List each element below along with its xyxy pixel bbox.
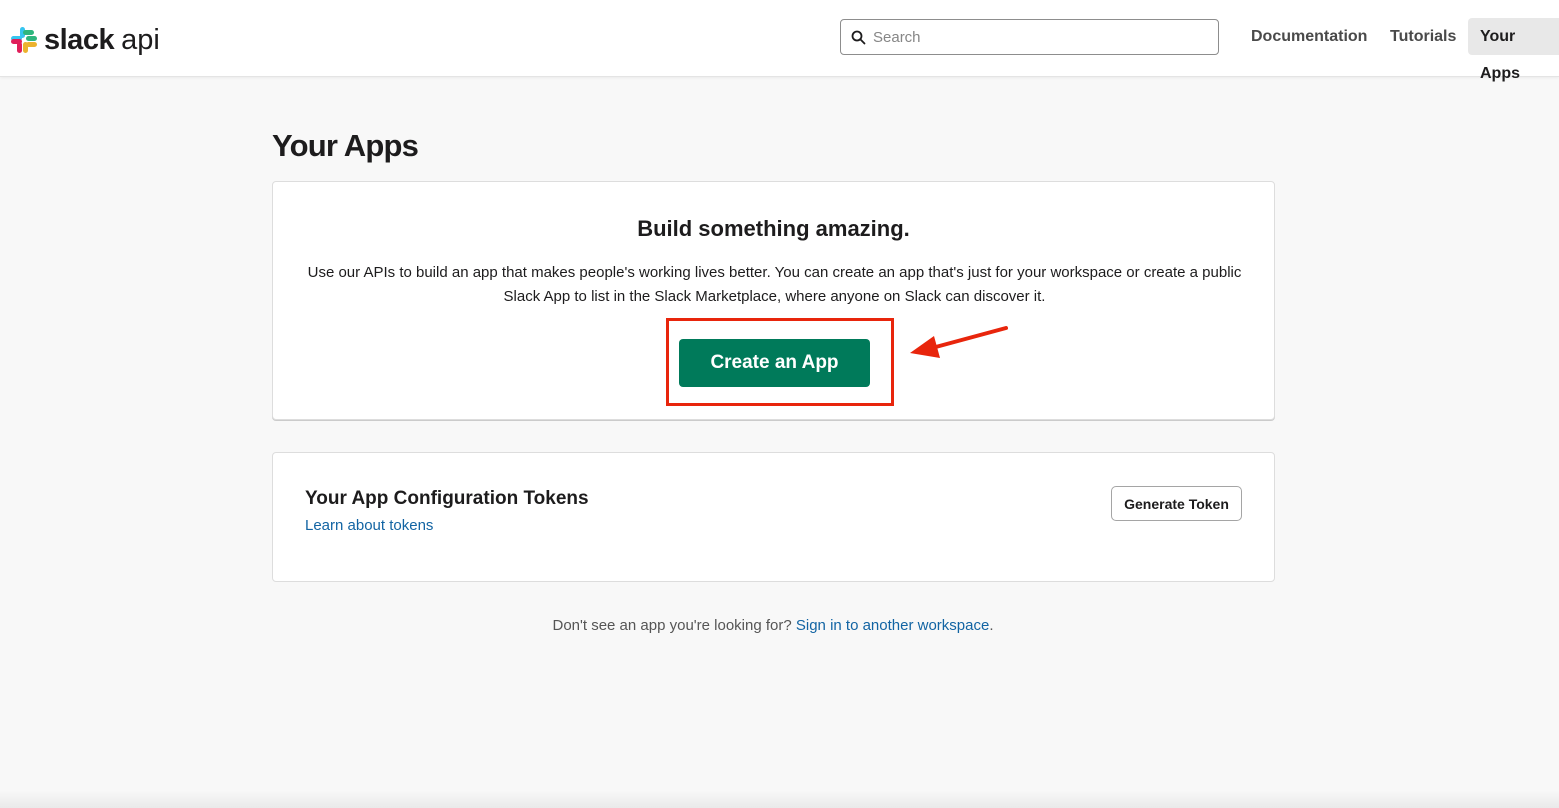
- nav-your-apps[interactable]: Your Apps: [1468, 18, 1559, 82]
- footer-suffix: .: [989, 617, 994, 634]
- logo-suffix: api: [121, 23, 160, 56]
- search-input[interactable]: [873, 28, 1203, 46]
- footer-note: Don't see an app you're looking for? Sig…: [0, 617, 1546, 634]
- build-card-title: Build something amazing.: [637, 216, 910, 241]
- build-app-card: Build something amazing. Use our APIs to…: [272, 181, 1275, 420]
- logo-wordmark: slack: [44, 23, 115, 56]
- build-card-description: Use our APIs to build an app that makes …: [307, 264, 1242, 305]
- slack-api-logo[interactable]: slack api: [10, 24, 160, 56]
- learn-about-tokens-link[interactable]: Learn about tokens: [305, 517, 433, 534]
- page-title: Your Apps: [272, 128, 419, 163]
- search-box[interactable]: [840, 19, 1219, 55]
- create-app-button[interactable]: Create an App: [679, 339, 870, 387]
- top-header: slack api Documentation Tutorials Your A…: [0, 0, 1559, 82]
- slack-hash-logo-icon: [11, 27, 37, 53]
- generate-token-button[interactable]: Generate Token: [1111, 486, 1242, 521]
- sign-in-another-workspace-link[interactable]: Sign in to another workspace: [796, 617, 989, 634]
- arrow-left-annotation-icon: [910, 326, 1008, 358]
- footer-prefix: Don't see an app you're looking for?: [552, 617, 796, 634]
- nav-documentation[interactable]: Documentation: [1251, 18, 1367, 55]
- config-tokens-card: Your App Configuration Tokens Learn abou…: [272, 452, 1275, 582]
- config-tokens-title: Your App Configuration Tokens: [305, 488, 589, 509]
- bottom-shadow: [0, 790, 1559, 808]
- search-icon: [851, 30, 866, 44]
- nav-tutorials[interactable]: Tutorials: [1390, 18, 1456, 55]
